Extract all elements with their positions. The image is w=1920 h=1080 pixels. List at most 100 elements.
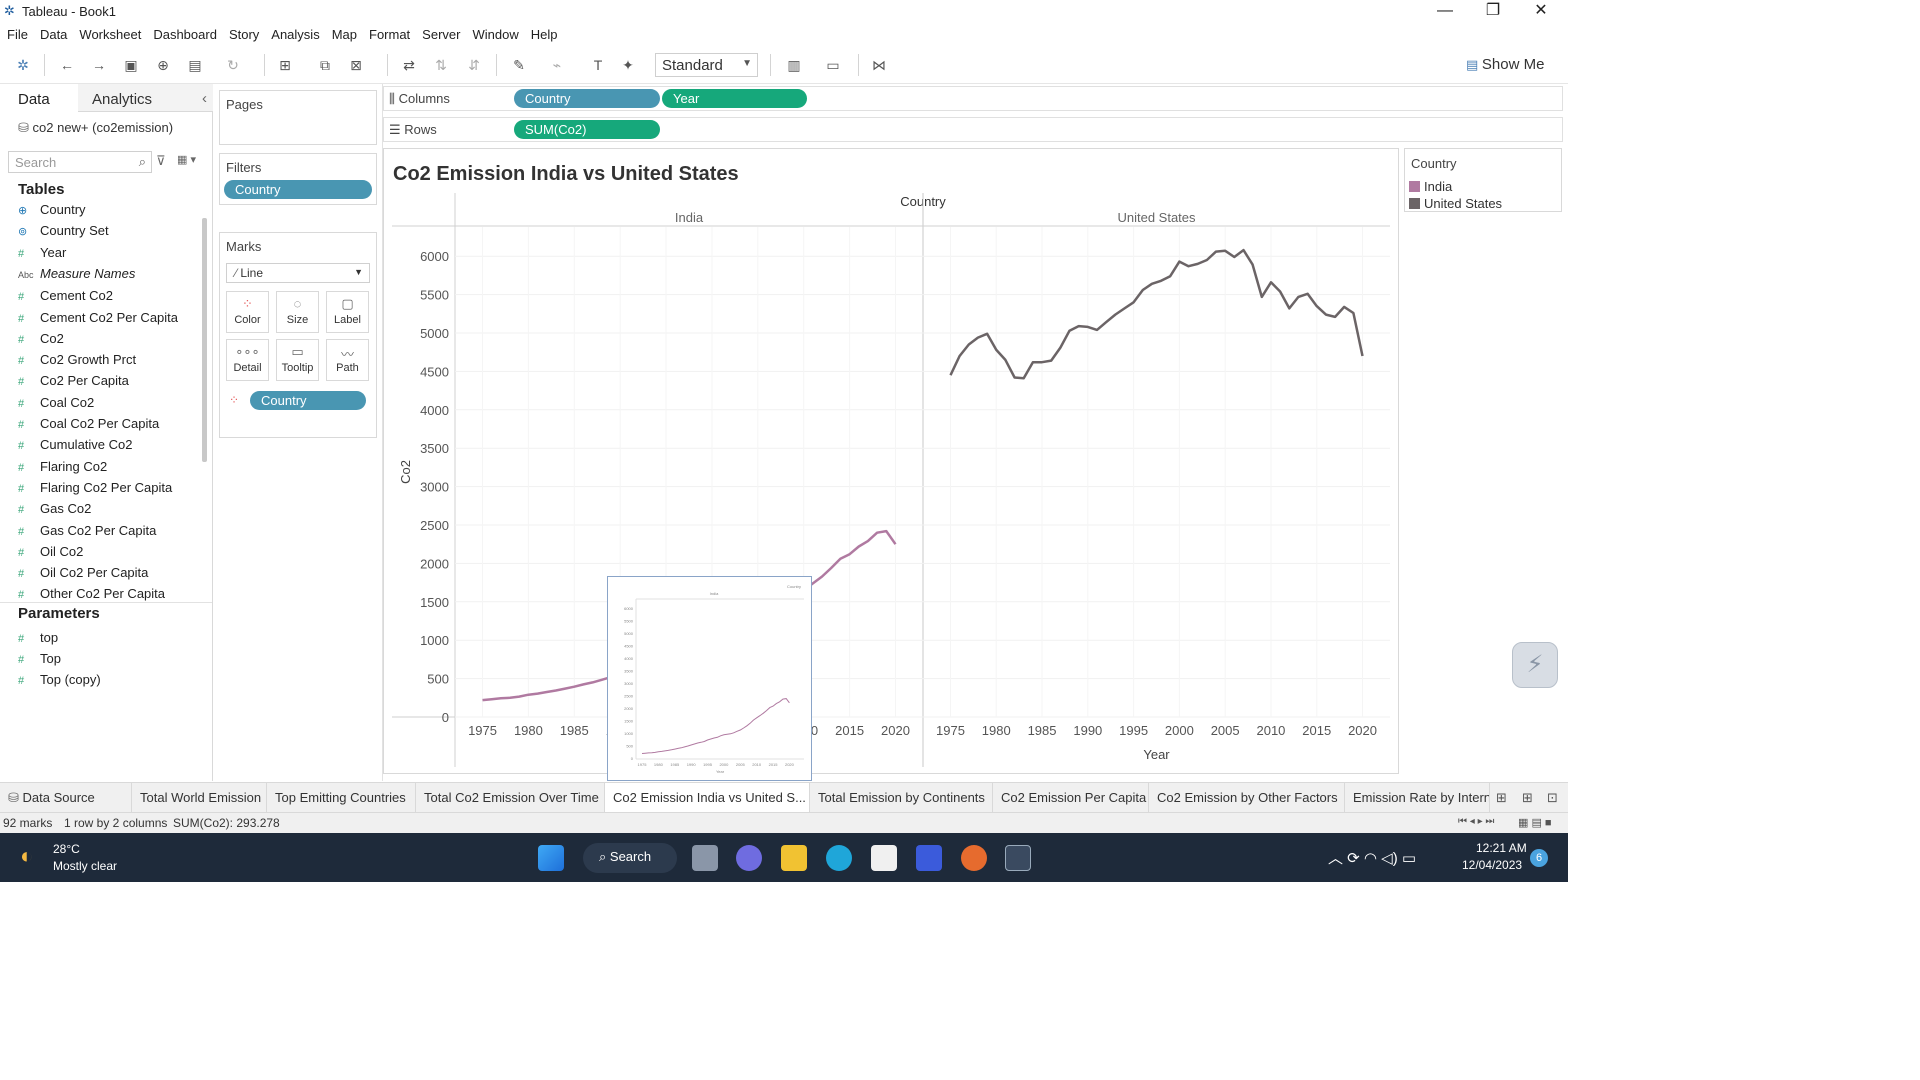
task-view-icon[interactable]	[692, 845, 718, 871]
field-list-scrollbar[interactable]	[202, 218, 207, 462]
highlight-icon[interactable]: ✎	[510, 56, 528, 74]
size-button[interactable]: ◌ Size	[276, 291, 319, 333]
field-item[interactable]: # Oil Co2 Per Capita	[18, 565, 148, 580]
field-item[interactable]: # Gas Co2	[18, 501, 91, 516]
system-tray-icons[interactable]: ︿ ⟳ ◠ ◁) ▭	[1328, 847, 1416, 868]
menu-story[interactable]: Story	[229, 24, 259, 42]
menu-map[interactable]: Map	[332, 24, 357, 42]
tab-sheet[interactable]: Co2 Emission Per Capita	[993, 783, 1149, 812]
new-story-tab-icon[interactable]: ⊡	[1547, 790, 1558, 806]
field-item[interactable]: # Coal Co2 Per Capita	[18, 416, 159, 431]
share-icon[interactable]: ⋈	[870, 56, 888, 74]
menu-server[interactable]: Server	[422, 24, 460, 42]
pause-updates-icon[interactable]: ▤	[186, 56, 204, 74]
menu-worksheet[interactable]: Worksheet	[79, 24, 141, 42]
columns-shelf[interactable]: ⫼ Columns Country Year	[383, 86, 1563, 111]
firefox-icon[interactable]	[961, 845, 987, 871]
redo-icon[interactable]: →	[90, 56, 108, 74]
tab-navigation-icon[interactable]: ⏮ ◂ ▸ ⏭	[1458, 816, 1494, 827]
clear-sheet-icon[interactable]: ⊠	[347, 56, 365, 74]
undo-icon[interactable]: ←	[58, 56, 76, 74]
restore-button[interactable]: ❐	[1470, 0, 1516, 24]
fit-dropdown[interactable]: Standard ▼	[655, 53, 758, 77]
tab-sheet[interactable]: Top Emitting Countries	[267, 783, 416, 812]
color-pill-country[interactable]: Country	[250, 391, 366, 410]
duplicate-sheet-icon[interactable]: ⧉	[316, 56, 334, 74]
sort-descending-icon[interactable]: ⇵	[465, 56, 483, 74]
field-item[interactable]: ⊚ Country Set	[18, 223, 109, 238]
field-item[interactable]: ⊕ Country	[18, 202, 86, 217]
legend-item-india[interactable]: India	[1409, 179, 1452, 194]
field-item[interactable]: # Flaring Co2	[18, 459, 107, 474]
field-item[interactable]: # Year	[18, 245, 66, 260]
parameter-item[interactable]: # Top (copy)	[18, 672, 101, 687]
menu-analysis[interactable]: Analysis	[271, 24, 319, 42]
close-button[interactable]: ✕	[1518, 0, 1564, 24]
save-icon[interactable]: ▣	[122, 56, 140, 74]
tab-sheet-active[interactable]: Co2 Emission India vs United S...	[605, 783, 810, 812]
collapse-pane-icon[interactable]: ‹	[202, 90, 207, 107]
rows-pill-sum-co2[interactable]: SUM(Co2)	[514, 120, 660, 139]
refresh-icon[interactable]: ↻	[224, 56, 242, 74]
tab-sheet[interactable]: Co2 Emission by Other Factors	[1149, 783, 1345, 812]
menu-file[interactable]: File	[7, 24, 28, 42]
columns-pill-country[interactable]: Country	[514, 89, 660, 108]
swap-icon[interactable]: ⇄	[400, 56, 418, 74]
label-button[interactable]: ▢ Label	[326, 291, 369, 333]
field-item[interactable]: # Gas Co2 Per Capita	[18, 523, 156, 538]
new-worksheet-icon[interactable]: ⊞	[276, 56, 294, 74]
menu-help[interactable]: Help	[531, 24, 558, 42]
field-item[interactable]: Abc Measure Names	[18, 266, 135, 281]
field-item[interactable]: # Coal Co2	[18, 395, 94, 410]
rows-shelf[interactable]: ☰ Rows SUM(Co2)	[383, 117, 1563, 142]
new-datasource-icon[interactable]: ⊕	[154, 56, 172, 74]
fix-axes-icon[interactable]: ✦	[619, 56, 637, 74]
color-legend[interactable]: Country India United States	[1404, 148, 1562, 212]
color-button[interactable]: ⁘ Color	[226, 291, 269, 333]
menu-window[interactable]: Window	[472, 24, 518, 42]
group-icon[interactable]: ⌁	[548, 56, 566, 74]
field-item[interactable]: # Oil Co2	[18, 544, 83, 559]
weather-icon[interactable]: ◐	[20, 843, 33, 869]
tooltip-button[interactable]: ▭ Tooltip	[276, 339, 319, 381]
store-icon[interactable]	[871, 845, 897, 871]
windows-start-icon[interactable]	[538, 845, 564, 871]
tab-sheet[interactable]: Total Co2 Emission Over Time	[416, 783, 605, 812]
tableau-taskbar-icon[interactable]	[1005, 845, 1031, 871]
show-labels-icon[interactable]: T	[589, 56, 607, 74]
path-button[interactable]: 〰 Path	[326, 339, 369, 381]
presentation-icon[interactable]: ▭	[824, 56, 842, 74]
mark-type-dropdown[interactable]: ⁄ Line ▼	[226, 263, 370, 283]
field-item[interactable]: # Other Co2 Per Capita	[18, 586, 165, 601]
view-mode-icon[interactable]: ▦ ▤ ■	[1518, 816, 1552, 829]
pages-card[interactable]: Pages	[219, 90, 377, 145]
parameter-item[interactable]: # top	[18, 630, 58, 645]
sort-ascending-icon[interactable]: ⇅	[432, 56, 450, 74]
tableau-home-icon[interactable]: ✲	[14, 56, 32, 74]
field-item[interactable]: # Flaring Co2 Per Capita	[18, 480, 172, 495]
legend-item-united-states[interactable]: United States	[1409, 196, 1502, 211]
filter-pill-country[interactable]: Country	[224, 180, 372, 199]
field-item[interactable]: # Co2 Growth Prct	[18, 352, 136, 367]
app-icon[interactable]	[916, 845, 942, 871]
field-item[interactable]: # Cement Co2	[18, 288, 113, 303]
field-item[interactable]: # Cement Co2 Per Capita	[18, 310, 178, 325]
field-item[interactable]: # Co2	[18, 331, 64, 346]
tab-sheet[interactable]: Emission Rate by Interna	[1345, 783, 1490, 812]
file-explorer-icon[interactable]	[781, 845, 807, 871]
field-item[interactable]: # Co2 Per Capita	[18, 373, 129, 388]
show-cards-icon[interactable]: ▥	[785, 56, 803, 74]
floating-assistant-icon[interactable]: ⚡	[1512, 642, 1558, 688]
taskbar-search-button[interactable]: ⌕ Search	[583, 843, 677, 873]
tab-sheet[interactable]: Total Emission by Continents	[810, 783, 993, 812]
chat-icon[interactable]	[736, 845, 762, 871]
minimize-button[interactable]: —	[1422, 0, 1468, 24]
menu-data[interactable]: Data	[40, 24, 67, 42]
columns-pill-year[interactable]: Year	[662, 89, 807, 108]
new-dashboard-tab-icon[interactable]: ⊞	[1522, 790, 1533, 806]
new-worksheet-tab-icon[interactable]: ⊞	[1496, 790, 1507, 806]
menu-dashboard[interactable]: Dashboard	[153, 24, 217, 42]
edge-browser-icon[interactable]	[826, 845, 852, 871]
filters-card[interactable]: Filters Country	[219, 153, 377, 205]
line-chart[interactable]: Co2 Emission India vs United States Count…	[384, 149, 1398, 773]
